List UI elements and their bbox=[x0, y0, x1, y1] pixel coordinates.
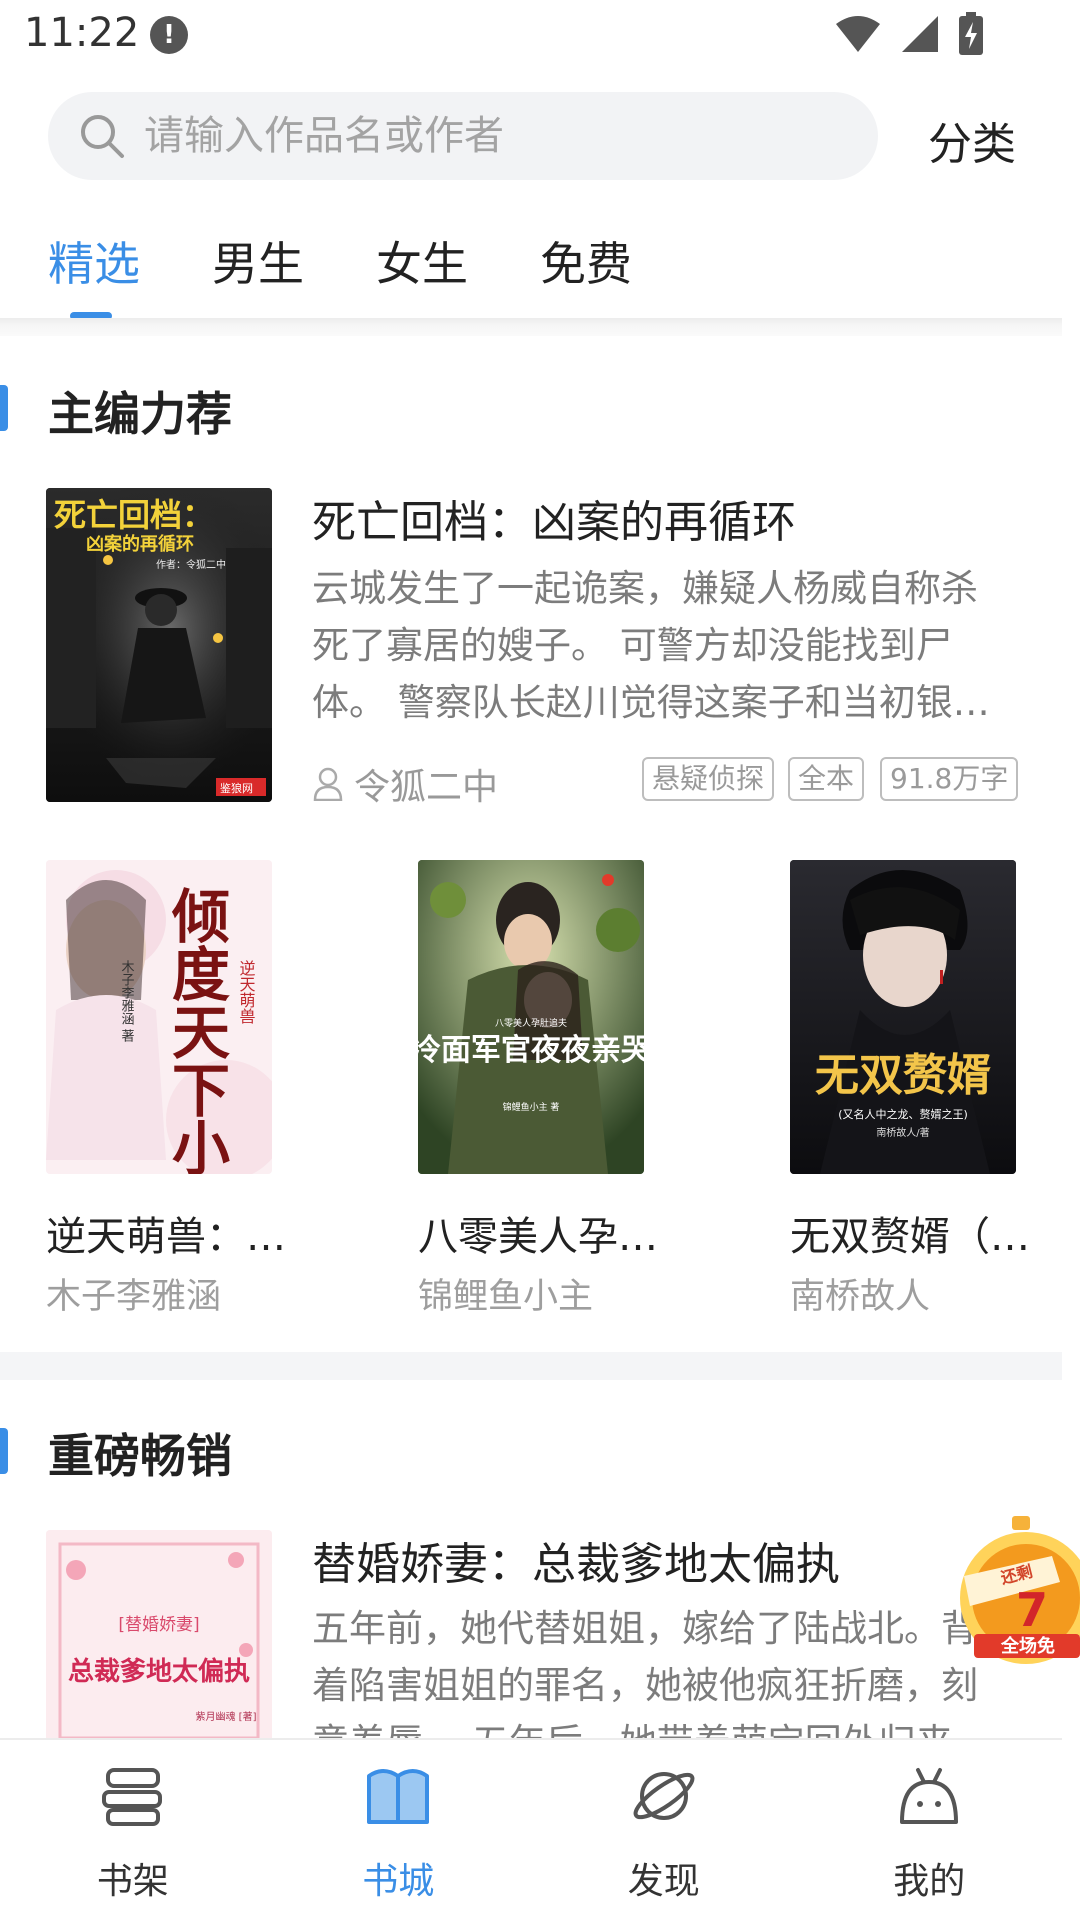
nav-item-bookshelf[interactable]: 书架 bbox=[0, 1740, 266, 1920]
bestseller-cover-art: [替婚娇妻] 总裁爹地太偏执 紫月幽魂 [著] bbox=[46, 1530, 272, 1738]
profile-face-icon bbox=[900, 1768, 959, 1824]
grid-book-cover-1[interactable]: 倾度天下小姐 逆天萌兽 木子李雅涵 著 bbox=[46, 860, 272, 1174]
grid-cover-text-1: 倾度天下小姐 bbox=[162, 886, 231, 1174]
bestseller-book-description: 五年前，她代替姐姐，嫁给了陆战北。背着陷害姐姐的罪名，她被他疯狂折磨，刻意羞辱。… bbox=[312, 1607, 978, 1740]
section-title-editor: 主编力荐 bbox=[48, 387, 232, 441]
grid-book-title-3[interactable]: 无双赘婿（… bbox=[790, 1204, 1030, 1262]
grid-book-cover-3[interactable]: 无双赘婿 (又名人中之龙、赘婿之王) 南桥故人/著 bbox=[790, 860, 1016, 1174]
grid-book-author-3: 南桥故人 bbox=[790, 1277, 931, 1317]
bestseller-cover-text: 总裁爹地太偏执 bbox=[68, 1656, 250, 1687]
stopwatch-promo-icon: 还剩 7 全场免 bbox=[960, 1516, 1080, 1664]
tag-genre: 悬疑侦探 bbox=[642, 757, 775, 801]
nav-item-bookstore[interactable]: 书城 bbox=[266, 1740, 532, 1920]
tabs-divider bbox=[0, 318, 1062, 336]
bestseller-book-cover[interactable]: [替婚娇妻] 总裁爹地太偏执 紫月幽魂 [著] bbox=[46, 1530, 272, 1738]
free-promo-badge[interactable]: 还剩 7 全场免 bbox=[956, 1516, 1080, 1666]
search-icon bbox=[81, 115, 124, 158]
tag-word-count: 91.8万字 bbox=[880, 757, 1019, 801]
status-bar: 11:22 ! bbox=[0, 0, 1080, 72]
grid-cover-text-2: 冷面军官夜夜亲哭 bbox=[418, 1033, 644, 1068]
grid-book-title-1[interactable]: 逆天萌兽：… bbox=[46, 1204, 286, 1262]
tag-status: 全本 bbox=[788, 757, 865, 801]
grid-cover-author-2: 锦鲤鱼小主 著 bbox=[503, 1101, 560, 1113]
tab-male[interactable]: 男生 bbox=[212, 228, 304, 318]
featured-book-author: 令狐二中 bbox=[312, 758, 498, 810]
nav-label-discover: 发现 bbox=[627, 1861, 700, 1902]
bookshelf-icon bbox=[101, 1768, 162, 1826]
bestseller-cover-author: 紫月幽魂 [著] bbox=[196, 1710, 257, 1723]
grid-cover-art-3: 无双赘婿 (又名人中之龙、赘婿之王) 南桥故人/著 bbox=[790, 860, 1016, 1174]
author-icon bbox=[313, 767, 343, 801]
nav-label-bookstore: 书城 bbox=[362, 1861, 435, 1902]
grid-cover-author-1: 木子李雅涵 著 bbox=[119, 960, 135, 1044]
tab-free[interactable]: 免费 bbox=[540, 228, 632, 318]
bottom-navigation: 书架 书城 发现 我的 bbox=[0, 1738, 1062, 1920]
section-accent-bar-2 bbox=[0, 1428, 8, 1474]
section-divider bbox=[0, 1352, 1062, 1380]
alert-icon: ! bbox=[150, 16, 188, 54]
grid-book-author-1: 木子李雅涵 bbox=[46, 1277, 222, 1317]
category-tabs: 精选 男生 女生 免费 bbox=[48, 228, 704, 318]
grid-book-title-2[interactable]: 八零美人孕… bbox=[418, 1204, 658, 1262]
nav-label-bookshelf: 书架 bbox=[96, 1861, 169, 1902]
grid-book-cover-2[interactable]: 八零美人孕肚追夫 冷面军官夜夜亲哭 锦鲤鱼小主 著 bbox=[418, 860, 644, 1174]
status-time: 11:22 bbox=[24, 10, 140, 56]
featured-book-title[interactable]: 死亡回档：凶案的再循环 bbox=[312, 486, 796, 550]
grid-cover-text-3: 无双赘婿 bbox=[815, 1050, 991, 1101]
nav-item-mine[interactable]: 我的 bbox=[797, 1740, 1063, 1920]
featured-book-cover[interactable]: 死亡回档： 凶案的再循环 作者：令狐二中 鉴狼网 bbox=[46, 488, 272, 802]
grid-cover-sub-3: (又名人中之龙、赘婿之王) bbox=[838, 1107, 968, 1121]
featured-cover-title: 死亡回档： bbox=[54, 496, 214, 534]
planet-icon bbox=[633, 1772, 695, 1820]
section-title-bestseller: 重磅畅销 bbox=[48, 1429, 232, 1483]
book-open-icon bbox=[367, 1769, 430, 1824]
promo-number: 7 bbox=[1016, 1583, 1048, 1637]
battery-icon bbox=[959, 12, 983, 55]
featured-cover-author: 作者：令狐二中 bbox=[156, 558, 226, 571]
featured-book-description: 云城发生了一起诡案，嫌疑人杨威自称杀死了寡居的嫂子。 可警方却没能找到尸体。 警… bbox=[312, 567, 990, 724]
status-icons bbox=[834, 12, 984, 56]
grid-cover-vertical-1: 逆天萌兽 bbox=[237, 960, 256, 1024]
category-button[interactable]: 分类 bbox=[928, 108, 1016, 172]
section-accent-bar bbox=[0, 385, 8, 431]
bestseller-book-title[interactable]: 替婚娇妻：总裁爹地太偏执 bbox=[312, 1528, 840, 1592]
promo-bottom-label: 全场免 bbox=[1000, 1635, 1055, 1657]
featured-author-name: 令狐二中 bbox=[354, 767, 499, 808]
wifi-icon bbox=[836, 16, 880, 52]
nav-item-discover[interactable]: 发现 bbox=[531, 1740, 797, 1920]
featured-cover-logo: 鉴狼网 bbox=[220, 781, 253, 795]
nav-label-mine: 我的 bbox=[893, 1861, 966, 1902]
grid-cover-author-3: 南桥故人/著 bbox=[876, 1126, 929, 1139]
grid-book-author-2: 锦鲤鱼小主 bbox=[418, 1277, 594, 1317]
featured-cover-art: 死亡回档： 凶案的再循环 作者：令狐二中 鉴狼网 bbox=[46, 488, 272, 802]
tab-female[interactable]: 女生 bbox=[376, 228, 468, 318]
featured-cover-subtitle: 凶案的再循环 bbox=[86, 533, 194, 555]
search-input[interactable] bbox=[144, 92, 844, 180]
signal-icon bbox=[902, 16, 938, 52]
grid-cover-art-2: 八零美人孕肚追夫 冷面军官夜夜亲哭 锦鲤鱼小主 著 bbox=[418, 860, 644, 1174]
grid-cover-art-1: 倾度天下小姐 逆天萌兽 木子李雅涵 著 bbox=[46, 860, 272, 1174]
grid-cover-small-2: 八零美人孕肚追夫 bbox=[495, 1017, 567, 1029]
bestseller-cover-tag: [替婚娇妻] bbox=[118, 1615, 199, 1635]
tab-featured[interactable]: 精选 bbox=[48, 228, 140, 318]
search-bar[interactable] bbox=[48, 92, 878, 180]
